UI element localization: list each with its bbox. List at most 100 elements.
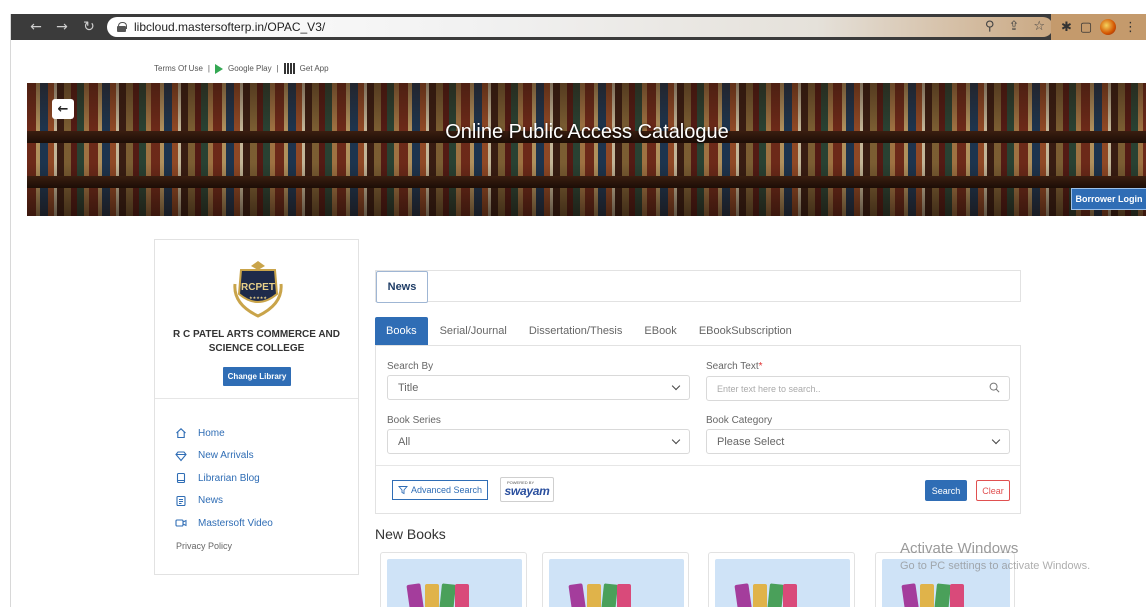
book-card[interactable] <box>542 552 689 607</box>
sidebar-item-new-arrivals[interactable]: New Arrivals <box>175 445 273 468</box>
swayam-powered-text: POWERED BY <box>507 480 535 485</box>
college-name-line: SCIENCE COLLEGE <box>208 343 305 354</box>
book-series-label: Book Series <box>387 415 441 426</box>
extensions-area: ✱ ▢ ⋮ <box>1051 14 1146 40</box>
news-bar: News <box>375 270 1021 303</box>
get-app-link[interactable]: Get App <box>300 64 329 73</box>
collection-tabs: Books Serial/Journal Dissertation/Thesis… <box>375 317 814 345</box>
activate-windows-subtitle: Go to PC settings to activate Windows. <box>900 560 1091 572</box>
book-category-label: Book Category <box>706 415 773 426</box>
swayam-text: swayam <box>504 484 550 498</box>
extensions-puzzle-icon[interactable]: ✱ <box>1061 20 1072 35</box>
search-text-input[interactable]: Enter text here to search.. <box>706 376 1010 401</box>
chevron-down-icon <box>991 435 1001 445</box>
sidebar-item-label: Home <box>198 427 225 439</box>
separator: | <box>276 64 279 73</box>
clear-button[interactable]: Clear <box>976 480 1010 501</box>
sidebar-menu: Home New Arrivals Librarian Blog News Ma… <box>175 422 273 535</box>
tab-books[interactable]: Books <box>375 317 428 345</box>
svg-text:★★★★★: ★★★★★ <box>249 295 267 300</box>
home-icon <box>175 427 187 439</box>
back-arrow-icon[interactable]: ← <box>25 16 47 38</box>
forward-arrow-icon[interactable]: → <box>51 16 73 38</box>
chevron-down-icon <box>671 435 681 445</box>
book-cover-image <box>715 559 850 607</box>
side-panel-icon[interactable]: ▢ <box>1080 20 1092 35</box>
share-icon[interactable]: ⇪ <box>1008 19 1019 34</box>
college-name: R C PATEL ARTS COMMERCE AND SCIENCE COLL… <box>155 328 358 356</box>
svg-text:RCPET: RCPET <box>241 282 275 293</box>
new-books-heading: New Books <box>375 526 446 542</box>
book-category-value: Please Select <box>717 435 785 448</box>
search-form: Search By Title Search Text* Enter text … <box>375 345 1021 514</box>
book-card[interactable] <box>380 552 527 607</box>
browser-window: ← → ↻ libcloud.mastersofterp.in/OPAC_V3/… <box>10 14 1146 607</box>
college-logo: RCPET ★★★★★ <box>233 261 283 318</box>
terms-link[interactable]: Terms Of Use <box>154 64 203 73</box>
search-placeholder: Enter text here to search.. <box>717 383 821 394</box>
tab-ebook-subscription[interactable]: EBookSubscription <box>699 325 792 337</box>
diamond-icon <box>175 450 187 462</box>
address-bar[interactable]: libcloud.mastersofterp.in/OPAC_V3/ ⚲ ⇪ ☆ <box>107 17 1053 37</box>
zoom-icon[interactable]: ⚲ <box>985 19 995 34</box>
sidebar-item-librarian-blog[interactable]: Librarian Blog <box>175 467 273 490</box>
news-icon <box>175 495 187 507</box>
shelf-decoration <box>27 176 1146 188</box>
college-name-line: R C PATEL ARTS COMMERCE AND <box>172 329 341 340</box>
top-links: Terms Of Use | Google Play | Get App <box>154 63 329 74</box>
tab-ebook[interactable]: EBook <box>644 325 676 337</box>
sidebar-item-label: Librarian Blog <box>198 472 260 484</box>
bookmark-star-icon[interactable]: ☆ <box>1033 19 1045 34</box>
profile-avatar[interactable] <box>1100 19 1117 35</box>
book-cover-image <box>549 559 684 607</box>
divider <box>376 465 1020 466</box>
change-library-button[interactable]: Change Library <box>223 367 291 386</box>
privacy-policy-link[interactable]: Privacy Policy <box>176 541 232 551</box>
advanced-search-button[interactable]: Advanced Search <box>392 480 488 500</box>
google-play-link[interactable]: Google Play <box>228 64 272 73</box>
back-button[interactable]: ← <box>52 99 74 119</box>
url-text: libcloud.mastersofterp.in/OPAC_V3/ <box>134 20 326 34</box>
book-series-value: All <box>398 435 411 448</box>
tab-serial-journal[interactable]: Serial/Journal <box>440 325 507 337</box>
search-text-label: Search Text* <box>706 361 763 372</box>
browser-toolbar: ← → ↻ libcloud.mastersofterp.in/OPAC_V3/… <box>11 14 1146 40</box>
borrower-login-button[interactable]: Borrower Login <box>1071 188 1146 210</box>
search-by-label: Search By <box>387 361 434 372</box>
menu-dots-icon[interactable]: ⋮ <box>1124 20 1137 35</box>
search-button[interactable]: Search <box>925 480 967 501</box>
swayam-logo[interactable]: POWERED BY swayam <box>500 477 554 502</box>
library-sidebar: RCPET ★★★★★ R C PATEL ARTS COMMERCE AND … <box>154 239 359 575</box>
separator: | <box>207 64 210 73</box>
google-play-icon[interactable] <box>214 63 223 74</box>
activate-windows-title: Activate Windows <box>900 540 1019 557</box>
qr-code-icon[interactable] <box>283 63 295 74</box>
book-series-select[interactable]: All <box>387 429 690 454</box>
chevron-down-icon <box>671 381 681 391</box>
required-mark: * <box>758 361 763 372</box>
search-text-label-text: Search Text <box>706 361 759 372</box>
sidebar-item-label: News <box>198 495 224 507</box>
video-icon <box>175 517 187 529</box>
book-cover-image <box>387 559 522 607</box>
url-actions: ⚲ ⇪ ☆ <box>985 19 1045 34</box>
search-by-value: Title <box>398 381 419 394</box>
filter-icon <box>397 486 408 495</box>
arrow-left-icon: ← <box>57 101 69 117</box>
book-card[interactable] <box>708 552 855 607</box>
reload-icon[interactable]: ↻ <box>78 16 100 38</box>
sidebar-item-label: Mastersoft Video <box>198 517 273 529</box>
lock-icon <box>117 22 127 32</box>
sidebar-item-home[interactable]: Home <box>175 422 273 445</box>
banner-title: Online Public Access Catalogue <box>445 121 729 143</box>
sidebar-item-label: New Arrivals <box>198 450 254 462</box>
news-tab[interactable]: News <box>376 271 428 303</box>
advanced-search-label: Advanced Search <box>410 485 483 495</box>
book-category-select[interactable]: Please Select <box>706 429 1010 454</box>
search-by-select[interactable]: Title <box>387 375 690 400</box>
sidebar-item-mastersoft-video[interactable]: Mastersoft Video <box>175 512 273 535</box>
sidebar-item-news[interactable]: News <box>175 490 273 513</box>
search-icon[interactable] <box>989 382 1000 393</box>
tab-dissertation-thesis[interactable]: Dissertation/Thesis <box>529 325 623 337</box>
divider <box>155 398 358 399</box>
